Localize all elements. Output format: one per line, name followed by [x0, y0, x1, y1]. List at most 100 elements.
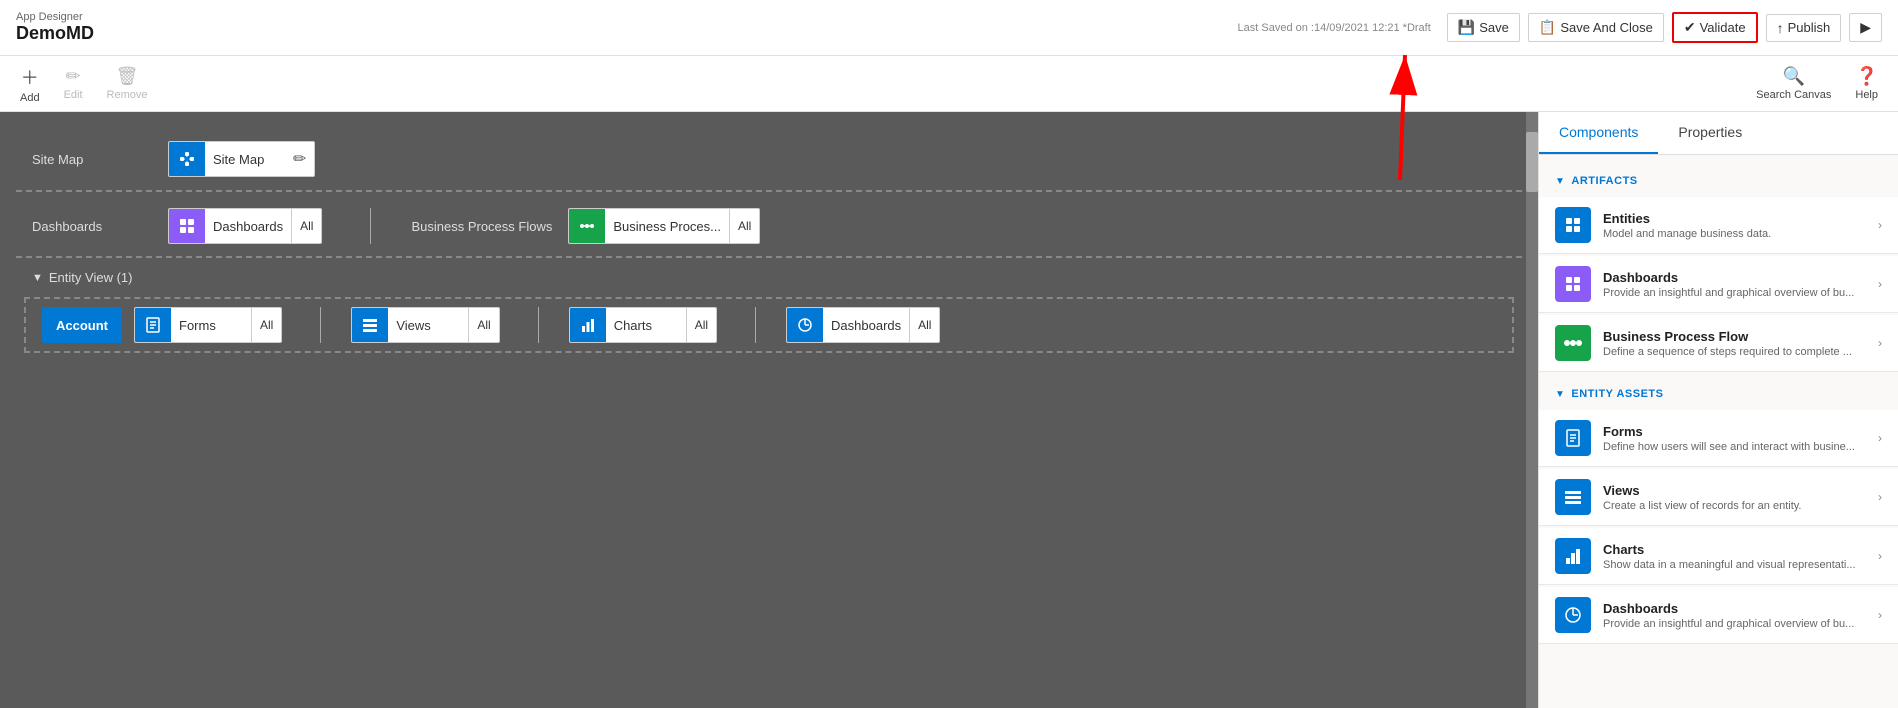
account-button[interactable]: Account — [42, 307, 122, 343]
remove-label: Remove — [107, 89, 148, 101]
dashboards-icon — [169, 208, 205, 244]
dashboards-all-btn[interactable]: All — [291, 209, 321, 243]
bpf-all-btn[interactable]: All — [729, 209, 759, 243]
charts-dashboards-divider — [755, 307, 756, 343]
canvas-scrollbar-thumb[interactable] — [1526, 132, 1538, 192]
forms-rp-title: Forms — [1603, 424, 1878, 439]
views-rp-icon — [1555, 479, 1591, 515]
site-map-edit-icon[interactable]: ✏ — [285, 149, 314, 169]
bpf-rp-icon — [1555, 325, 1591, 361]
publish-icon: ↑ — [1777, 20, 1784, 36]
entity-dashboards-label: Dashboards — [823, 318, 909, 333]
save-close-button[interactable]: 📋 Save And Close — [1528, 13, 1664, 42]
rp-dashboards-item[interactable]: Dashboards Provide an insightful and gra… — [1539, 256, 1898, 313]
toolbar-search-canvas[interactable]: 🔍 Search Canvas — [1756, 66, 1831, 101]
charts-rp-icon — [1555, 538, 1591, 574]
remove-icon: 🗑 — [116, 66, 139, 87]
entity-view-chevron[interactable]: ▼ — [32, 272, 43, 284]
right-panel-tabs: Components Properties — [1539, 112, 1898, 155]
rp-forms-item[interactable]: Forms Define how users will see and inte… — [1539, 410, 1898, 467]
entity-dashboards-card[interactable]: Dashboards All — [786, 307, 940, 343]
rp-dashboards2-item[interactable]: Dashboards Provide an insightful and gra… — [1539, 587, 1898, 644]
rp-bpf-item[interactable]: Business Process Flow Define a sequence … — [1539, 315, 1898, 372]
save-button[interactable]: 💾 Save — [1447, 13, 1520, 42]
site-map-section-label: Site Map — [32, 152, 152, 167]
views-rp-title: Views — [1603, 483, 1878, 498]
tab-properties[interactable]: Properties — [1658, 112, 1762, 154]
forms-all-btn[interactable]: All — [251, 308, 281, 342]
dashboards2-rp-desc: Provide an insightful and graphical over… — [1603, 618, 1878, 630]
charts-chevron-right: › — [1878, 549, 1882, 563]
views-icon — [352, 307, 388, 343]
views-all-btn[interactable]: All — [468, 308, 498, 342]
dashboards-chevron-right: › — [1878, 277, 1882, 291]
charts-icon — [570, 307, 606, 343]
save-icon: 💾 — [1458, 19, 1475, 36]
entities-desc: Model and manage business data. — [1603, 228, 1878, 240]
play-button[interactable]: ▶ — [1849, 13, 1882, 42]
save-close-icon: 📋 — [1539, 19, 1556, 36]
toolbar-remove[interactable]: 🗑 Remove — [107, 66, 148, 101]
app-name: DemoMD — [16, 23, 94, 44]
views-rp-text: Views Create a list view of records for … — [1603, 483, 1878, 512]
bpf-icon — [569, 208, 605, 244]
row-divider — [370, 208, 371, 244]
charts-all-btn[interactable]: All — [686, 308, 716, 342]
dashboards-bpf-row: Dashboards Dashboards All Business Proce… — [16, 196, 1522, 258]
account-entity-row: Account Forms All Views All — [24, 297, 1514, 353]
rp-entities-item[interactable]: Entities Model and manage business data.… — [1539, 197, 1898, 254]
main-layout: Site Map Site Map ✏ Dashboards Dashboard… — [0, 112, 1898, 708]
canvas: Site Map Site Map ✏ Dashboards Dashboard… — [0, 112, 1538, 708]
views-card[interactable]: Views All — [351, 307, 499, 343]
save-label: Save — [1479, 20, 1509, 35]
publish-button[interactable]: ↑ Publish — [1766, 14, 1842, 42]
right-panel: Components Properties ▼ ARTIFACTS Entiti… — [1538, 112, 1898, 708]
toolbar-add[interactable]: ＋ Add — [20, 64, 40, 104]
dashboards2-rp-text: Dashboards Provide an insightful and gra… — [1603, 601, 1878, 630]
dashboards-card-label: Dashboards — [205, 219, 291, 234]
rp-charts-item[interactable]: Charts Show data in a meaningful and vis… — [1539, 528, 1898, 585]
canvas-scrollbar[interactable] — [1526, 112, 1538, 708]
search-canvas-label: Search Canvas — [1756, 89, 1831, 101]
charts-rp-title: Charts — [1603, 542, 1878, 557]
entities-text: Entities Model and manage business data. — [1603, 211, 1878, 240]
forms-rp-desc: Define how users will see and interact w… — [1603, 441, 1878, 453]
forms-rp-icon — [1555, 420, 1591, 456]
views-charts-divider — [538, 307, 539, 343]
last-saved-text: Last Saved on :14/09/2021 12:21 *Draft — [1238, 22, 1431, 34]
entity-view-header: ▼ Entity View (1) — [16, 262, 1522, 293]
bpf-chevron-right: › — [1878, 336, 1882, 350]
artifacts-section-header: ▼ ARTIFACTS — [1539, 167, 1898, 195]
edit-icon: ✏ — [66, 66, 81, 87]
toolbar-edit[interactable]: ✏ Edit — [64, 66, 83, 101]
toolbar-help[interactable]: ❓ Help — [1855, 66, 1878, 101]
dashboards-rp-desc: Provide an insightful and graphical over… — [1603, 287, 1878, 299]
forms-label: Forms — [171, 318, 251, 333]
top-bar-actions: Last Saved on :14/09/2021 12:21 *Draft 💾… — [1238, 12, 1882, 43]
tab-components[interactable]: Components — [1539, 112, 1658, 154]
dashboards-card[interactable]: Dashboards All — [168, 208, 322, 244]
bpf-card[interactable]: Business Proces... All — [568, 208, 760, 244]
dashboards2-rp-title: Dashboards — [1603, 601, 1878, 616]
validate-button[interactable]: ✔ Validate — [1672, 12, 1758, 43]
site-map-card[interactable]: Site Map ✏ — [168, 141, 315, 177]
charts-card[interactable]: Charts All — [569, 307, 717, 343]
site-map-icon — [169, 141, 205, 177]
artifacts-chevron: ▼ — [1555, 176, 1565, 187]
entity-dashboards-all-btn[interactable]: All — [909, 308, 939, 342]
rp-views-item[interactable]: Views Create a list view of records for … — [1539, 469, 1898, 526]
dashboards-rp-icon — [1555, 266, 1591, 302]
charts-rp-desc: Show data in a meaningful and visual rep… — [1603, 559, 1878, 571]
charts-rp-text: Charts Show data in a meaningful and vis… — [1603, 542, 1878, 571]
toolbar: ＋ Add ✏ Edit 🗑 Remove 🔍 Search Canvas ❓ … — [0, 56, 1898, 112]
forms-card[interactable]: Forms All — [134, 307, 282, 343]
entity-assets-label: ENTITY ASSETS — [1571, 388, 1663, 400]
top-bar: App Designer DemoMD Last Saved on :14/09… — [0, 0, 1898, 56]
help-label: Help — [1855, 89, 1878, 101]
dashboards-rp-text: Dashboards Provide an insightful and gra… — [1603, 270, 1878, 299]
bpf-rp-title: Business Process Flow — [1603, 329, 1878, 344]
save-close-label: Save And Close — [1560, 20, 1653, 35]
play-icon: ▶ — [1860, 19, 1871, 36]
forms-icon — [135, 307, 171, 343]
site-map-label: Site Map — [205, 152, 285, 167]
